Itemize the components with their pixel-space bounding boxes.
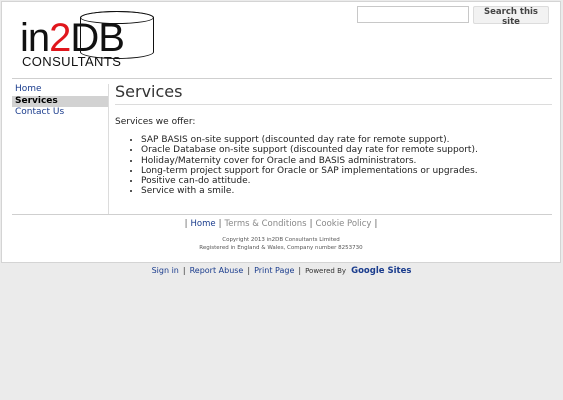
print-page-link[interactable]: Print Page <box>254 266 294 275</box>
footer-link-home[interactable]: Home <box>191 219 216 229</box>
services-intro: Services we offer: <box>115 117 196 127</box>
separator: | <box>184 219 188 229</box>
footer-link-terms[interactable]: Terms & Conditions <box>225 219 307 229</box>
list-item: Holiday/Maternity cover for Oracle and B… <box>141 156 478 166</box>
separator: | <box>298 266 302 275</box>
list-item: Positive can-do attitude. <box>141 176 478 186</box>
google-sites-bar: Sign in | Report Abuse | Print Page | Powered … <box>0 266 563 276</box>
footer-link-cookie-policy[interactable]: Cookie Policy <box>315 219 371 229</box>
separator: | <box>309 219 313 229</box>
services-list: SAP BASIS on-site support (discounted da… <box>129 135 478 197</box>
footer-links: | Home | Terms & Conditions | Cookie Policy | <box>2 219 560 229</box>
google-sites-link[interactable]: Google Sites <box>351 266 411 276</box>
separator: | <box>374 219 378 229</box>
list-item: SAP BASIS on-site support (discounted da… <box>141 135 478 145</box>
sidebar-item-contact-us[interactable]: Contact Us <box>12 107 108 118</box>
list-item: Oracle Database on-site support (discoun… <box>141 145 478 155</box>
sidebar-nav: Home Services Contact Us <box>12 84 109 214</box>
list-item: Long-term project support for Oracle or … <box>141 166 478 176</box>
sign-in-link[interactable]: Sign in <box>152 266 179 275</box>
search-input[interactable] <box>357 6 469 23</box>
title-divider <box>115 104 552 105</box>
company-registration-line: Registered in England & Wales, Company n… <box>199 244 363 251</box>
separator: | <box>247 266 251 275</box>
search-button[interactable]: Search this site <box>473 6 549 27</box>
copyright-notice: Copyright 2013 in2DB Consultants Limited… <box>2 237 560 252</box>
sidebar-item-services[interactable]: Services <box>12 95 108 107</box>
separator: | <box>182 266 186 275</box>
logo-subtitle: CONSULTANTS <box>22 54 122 69</box>
copyright-line: Copyright 2013 in2DB Consultants Limited <box>222 237 340 243</box>
logo-wordmark: in2DB <box>20 18 125 58</box>
powered-by-label: Powered By <box>305 267 347 275</box>
in2db-logo[interactable]: in2DB CONSULTANTS <box>20 10 154 69</box>
sidebar-item-home[interactable]: Home <box>12 84 108 95</box>
report-abuse-link[interactable]: Report Abuse <box>190 266 244 275</box>
separator: | <box>218 219 222 229</box>
page-title: Services <box>115 82 183 101</box>
footer-divider <box>12 214 552 215</box>
page-container: in2DB CONSULTANTS Search this site Home … <box>1 1 561 263</box>
list-item: Service with a smile. <box>141 186 478 196</box>
header-divider <box>12 78 552 79</box>
